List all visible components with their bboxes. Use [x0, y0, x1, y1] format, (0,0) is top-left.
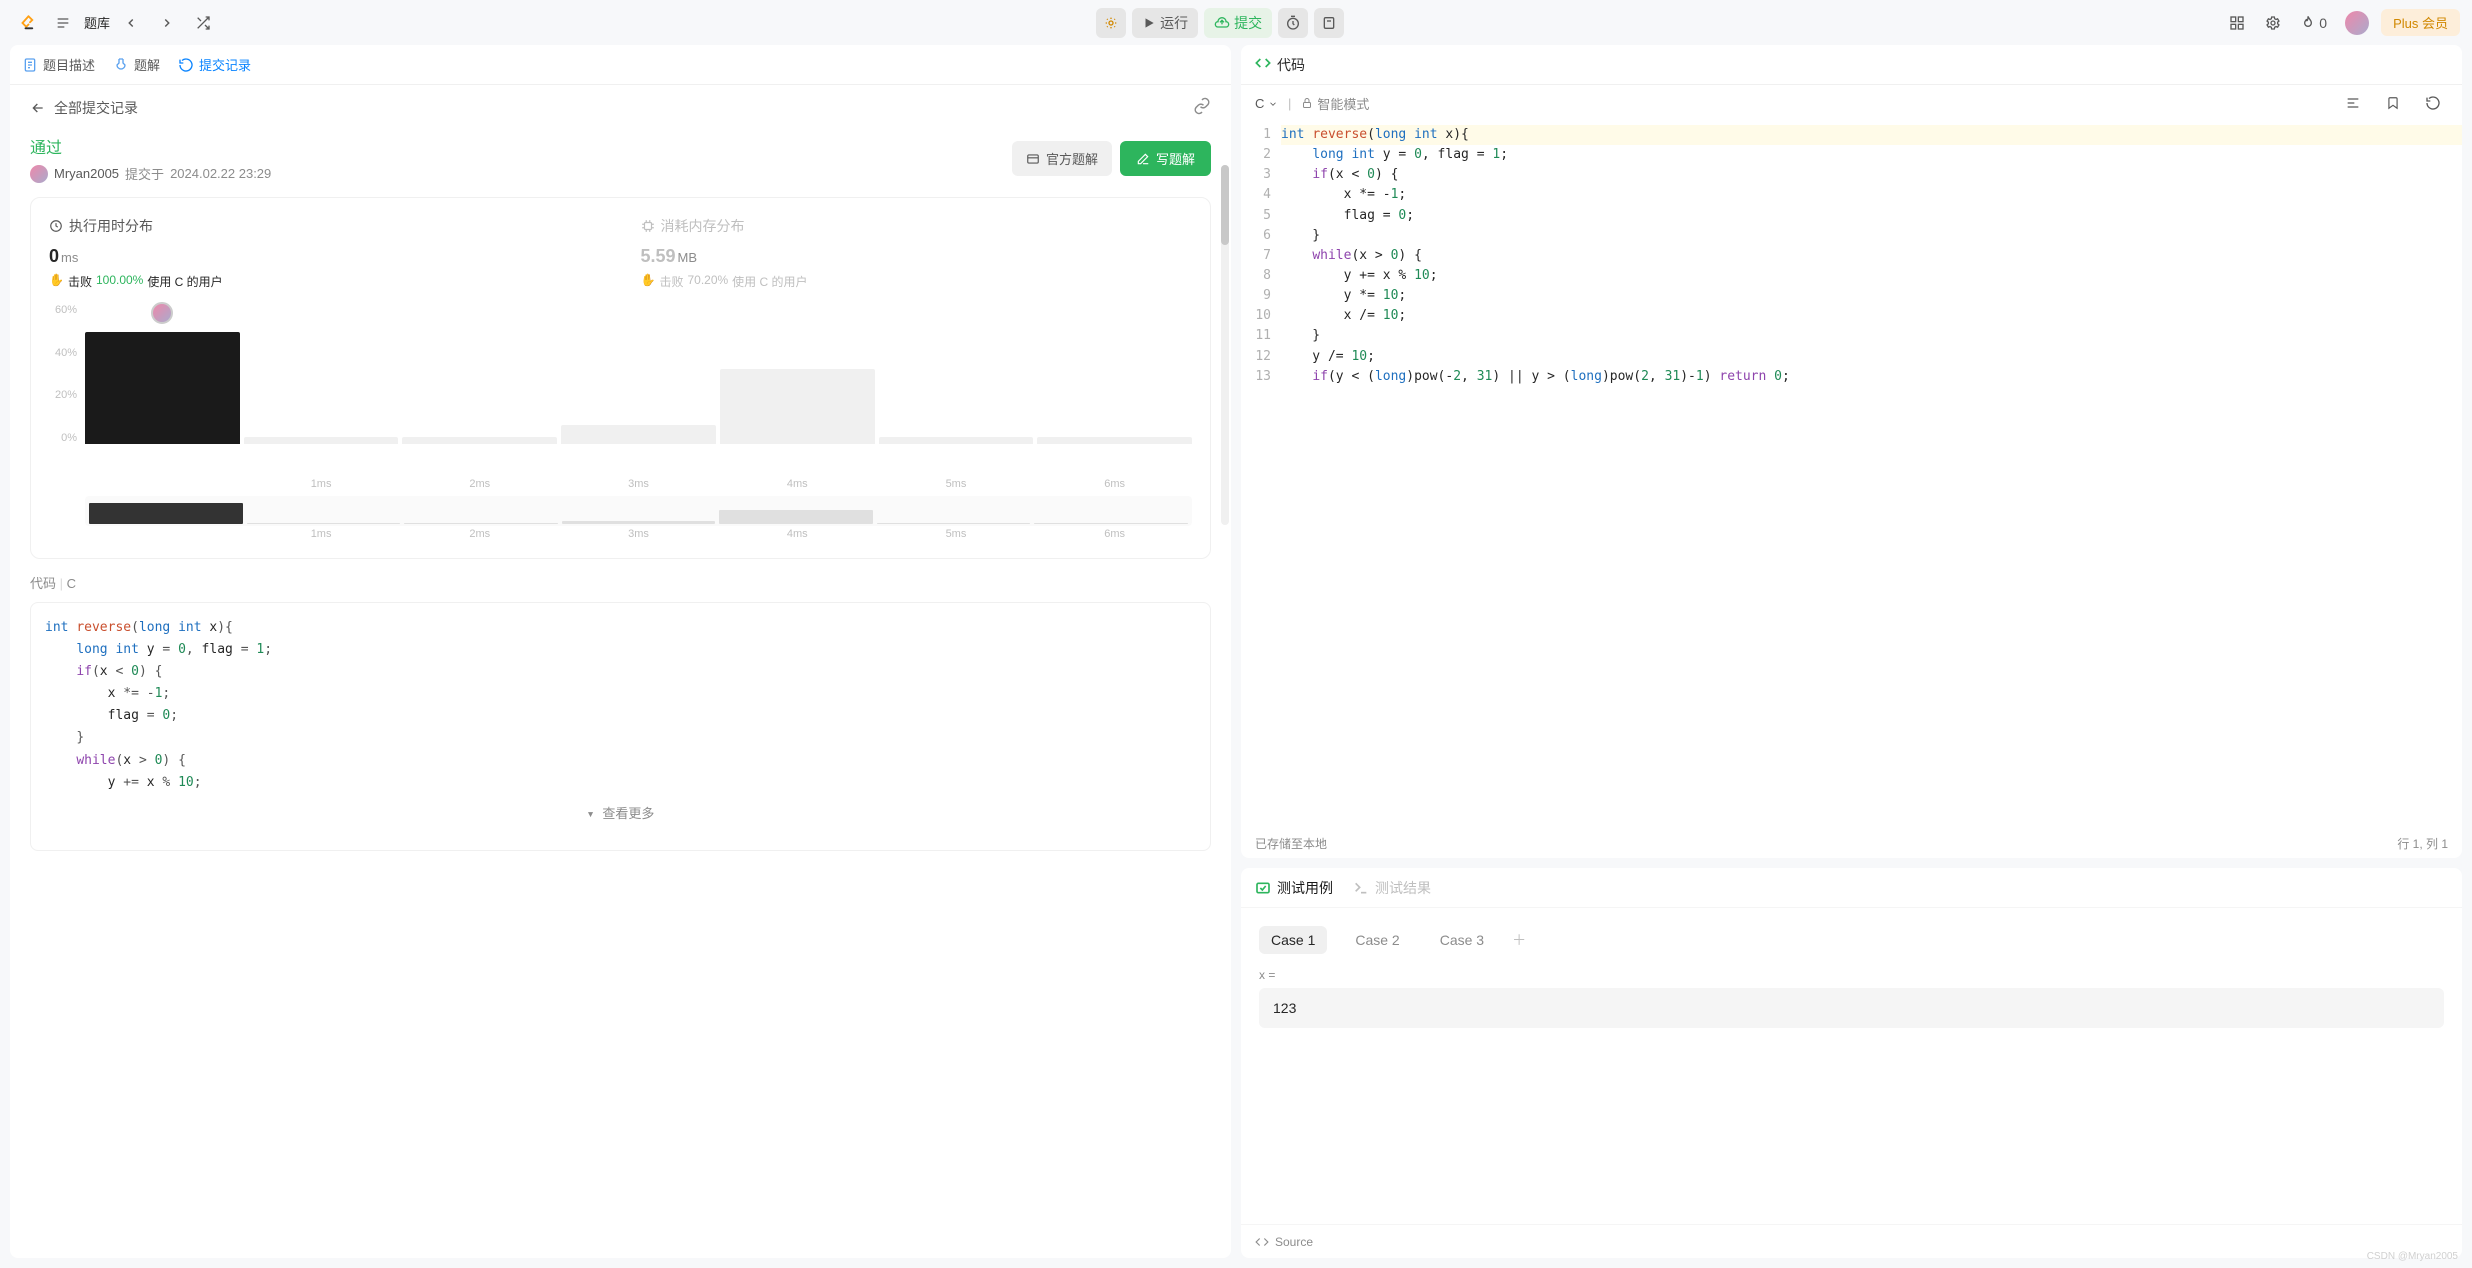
- debug-icon[interactable]: [1096, 8, 1126, 38]
- case-tab[interactable]: Case 1: [1259, 926, 1327, 954]
- streak-icon[interactable]: 0: [2294, 8, 2333, 38]
- test-cases-tab[interactable]: 测试用例: [1255, 878, 1333, 898]
- stats-card: 执行用时分布 0ms ✋ 击败 100.00% 使用 C 的用户: [30, 197, 1211, 559]
- share-link-icon[interactable]: [1193, 97, 1211, 118]
- submit-button[interactable]: 提交: [1204, 8, 1272, 38]
- cursor-position: 行 1, 列 1: [2397, 835, 2448, 852]
- code-header-label: 代码: [1277, 55, 1305, 75]
- submitted-at: 2024.02.22 23:29: [170, 166, 271, 181]
- tab-submissions[interactable]: 提交记录: [178, 55, 251, 74]
- notes-icon[interactable]: [1314, 8, 1344, 38]
- case-tab[interactable]: Case 2: [1343, 926, 1411, 954]
- shuffle-icon[interactable]: [188, 8, 218, 38]
- chart-bar[interactable]: [879, 437, 1034, 444]
- runtime-value: 0: [49, 246, 59, 266]
- chart-bar[interactable]: [561, 425, 716, 444]
- timer-icon[interactable]: [1278, 8, 1308, 38]
- prev-icon[interactable]: [116, 8, 146, 38]
- tab-solution[interactable]: 题解: [113, 55, 160, 74]
- list-icon[interactable]: [48, 8, 78, 38]
- test-results-tab[interactable]: 测试结果: [1353, 878, 1431, 898]
- source-code-icon: [1255, 1235, 1269, 1249]
- code-angle-icon: [1255, 55, 1271, 74]
- chart-bar[interactable]: [720, 369, 875, 444]
- chart-bar[interactable]: [244, 437, 399, 444]
- chart-bar[interactable]: [85, 332, 240, 444]
- reset-icon[interactable]: [2418, 88, 2448, 118]
- top-toolbar: 题库 运行 提交: [0, 0, 2472, 45]
- left-panel: 题目描述 题解 提交记录 全部提交记录: [10, 45, 1231, 1258]
- chart-bar[interactable]: [1037, 437, 1192, 444]
- memory-beat-pct: 70.20%: [687, 273, 728, 290]
- settings-icon[interactable]: [2258, 8, 2288, 38]
- lang-selector[interactable]: C: [1255, 96, 1278, 111]
- mode-label[interactable]: 智能模式: [1301, 94, 1369, 113]
- layout-icon[interactable]: [2222, 8, 2252, 38]
- run-button[interactable]: 运行: [1132, 8, 1198, 38]
- back-arrow-icon[interactable]: [30, 100, 46, 116]
- next-icon[interactable]: [152, 8, 182, 38]
- code-editor[interactable]: 12345678910111213 int reverse(long int x…: [1241, 121, 2462, 828]
- clock-icon: [49, 219, 63, 233]
- runtime-chart: 60%40%20%0%: [49, 304, 1192, 474]
- case-tab[interactable]: Case 3: [1428, 926, 1496, 954]
- source-footer-label[interactable]: Source: [1275, 1235, 1313, 1249]
- tab-description[interactable]: 题目描述: [22, 55, 95, 74]
- lock-icon: [1301, 97, 1313, 109]
- memory-value: 5.59: [641, 246, 676, 266]
- chart-user-avatar: [151, 302, 173, 324]
- avatar[interactable]: [2339, 8, 2375, 38]
- plus-badge[interactable]: Plus 会员: [2381, 9, 2460, 36]
- chart-bar[interactable]: [402, 437, 557, 444]
- runtime-beat-pct: 100.00%: [96, 273, 143, 290]
- beat-hand-icon-dim: ✋: [641, 273, 656, 290]
- write-solution-button[interactable]: 写题解: [1120, 141, 1211, 176]
- format-icon[interactable]: [2338, 88, 2368, 118]
- right-panel: 代码 C | 智能模式: [1241, 45, 2462, 1258]
- author-avatar: [30, 165, 48, 183]
- add-case-button[interactable]: ＋: [1512, 930, 1526, 950]
- leetcode-logo-icon[interactable]: [12, 11, 42, 35]
- save-status: 已存储至本地: [1255, 835, 1327, 852]
- bookmark-icon[interactable]: [2378, 88, 2408, 118]
- problems-link[interactable]: 题库: [84, 13, 110, 32]
- case-var-label: x =: [1259, 968, 2444, 982]
- scrollbar[interactable]: [1221, 165, 1229, 525]
- submitted-code-box: int reverse(long int x){ long int y = 0,…: [30, 602, 1211, 851]
- show-more-button[interactable]: ▾ 查看更多: [45, 794, 1196, 836]
- beat-hand-icon: ✋: [49, 273, 64, 290]
- watermark: CSDN @Mryan2005: [2367, 1251, 2458, 1262]
- back-all-submissions[interactable]: 全部提交记录: [54, 98, 138, 118]
- result-status: 通过: [30, 134, 271, 158]
- official-solution-button[interactable]: 官方题解: [1012, 141, 1112, 176]
- author-name[interactable]: Mryan2005: [54, 166, 119, 181]
- memory-icon: [641, 219, 655, 233]
- case-input[interactable]: 123: [1259, 988, 2444, 1028]
